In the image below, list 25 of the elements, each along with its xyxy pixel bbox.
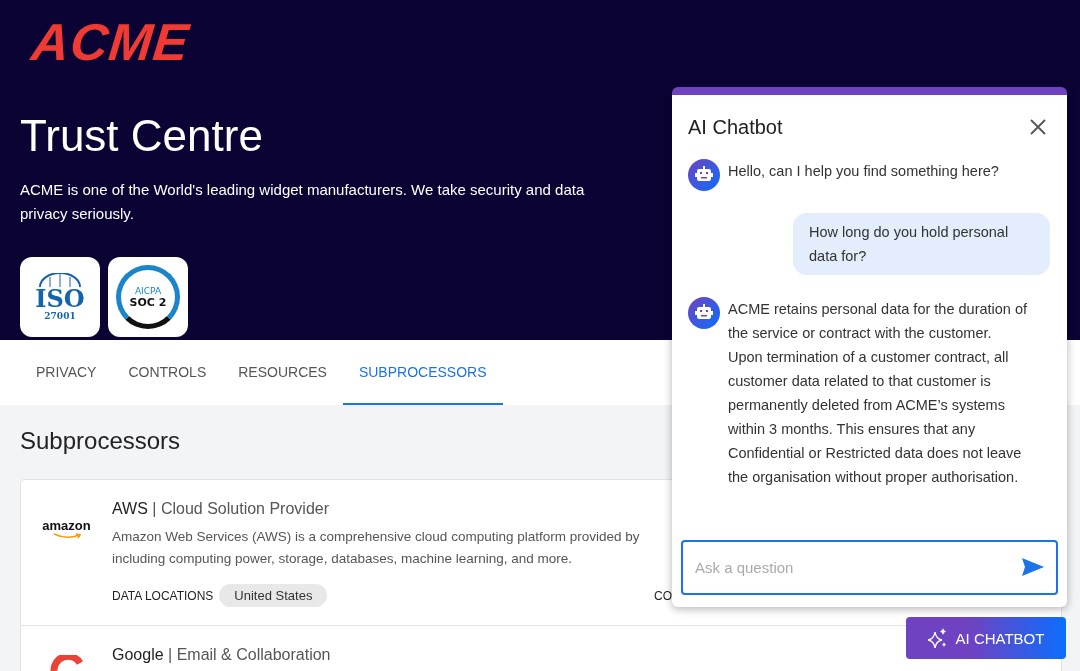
bot-message: Hello, can I help you find something here? (728, 162, 1000, 181)
user-message: How long do you hold personal data for? (793, 213, 1050, 275)
data-locations-label: DATA LOCATIONS (112, 588, 214, 603)
subprocessor-description: Amazon Web Services (AWS) is a comprehensive cloud computing platform provided by including computing power, storage, databases, machine learning, and more. (112, 528, 641, 568)
question-input[interactable]: Ask a question (681, 540, 1058, 595)
nav-tab[interactable]: RESOURCES (222, 340, 343, 405)
section-title: Subprocessors (20, 427, 181, 455)
bot-message: ACME retains personal data for the duration of the service or contract with the customer. Upon termination of a customer contract, all customer data related to that customer is permanently deleted from ACME’s systems within 3 months. This ensures that any Confidential or Restricted data does not leave the organisation without proper authorisation. (728, 300, 1028, 487)
subprocessor-name: Google | Email & Collaboration (112, 646, 332, 664)
soc-label: SOC 2 (129, 295, 167, 309)
acme-logo: ACME (29, 18, 192, 66)
iso-number: 27001 (44, 311, 76, 321)
compliance-label: CO (654, 588, 672, 603)
subprocessor-name: AWS | Cloud Solution Provider (112, 500, 330, 518)
aicpa-label: AICPA (134, 285, 162, 296)
nav-tab[interactable]: SUBPROCESSORS (342, 340, 503, 405)
chatbot-title: AI Chatbot (688, 115, 783, 139)
ai-chatbot-button[interactable]: AI CHATBOT (906, 617, 1066, 659)
page-description: ACME is one of the World's leading widget manufacturers. We take security and data privacy seriously. (20, 180, 586, 224)
amazon-logo: amazon (42, 518, 91, 533)
page-title: Trust Centre (20, 110, 263, 162)
nav-tab[interactable]: CONTROLS (112, 340, 223, 405)
iso-label: ISO (35, 287, 85, 311)
location-tag: United States (219, 584, 328, 607)
nav-tab[interactable]: PRIVACY (20, 340, 113, 405)
